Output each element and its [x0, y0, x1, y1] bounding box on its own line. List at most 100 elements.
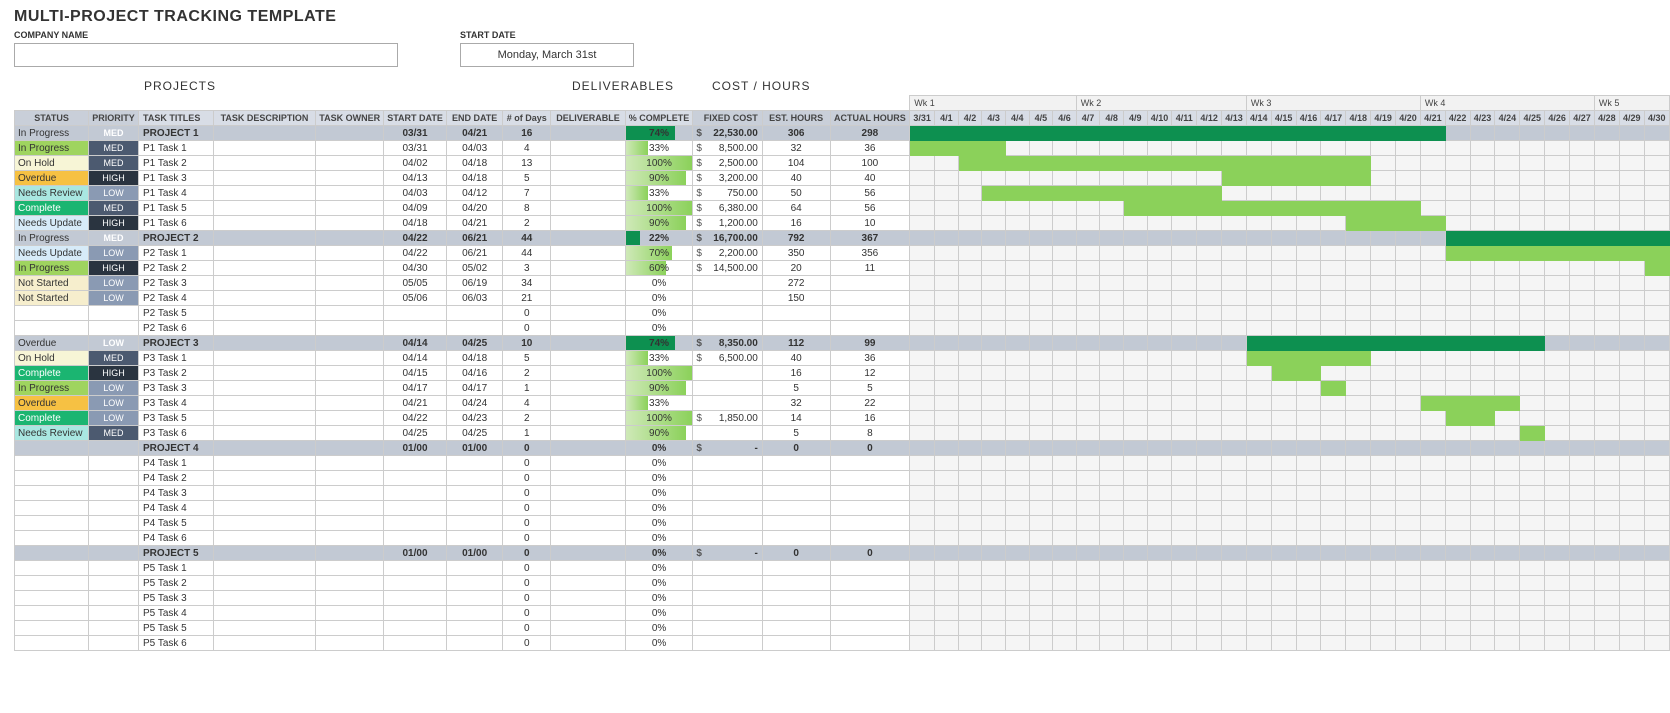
edate-cell[interactable]: [446, 561, 503, 576]
status-cell[interactable]: [15, 531, 89, 546]
deliverable-cell[interactable]: [551, 606, 626, 621]
title-cell[interactable]: P4 Task 3: [138, 486, 213, 501]
sdate-cell[interactable]: 04/22: [384, 231, 447, 246]
deliverable-cell[interactable]: [551, 621, 626, 636]
owner-cell[interactable]: [316, 636, 384, 651]
owner-cell[interactable]: [316, 561, 384, 576]
priority-cell[interactable]: [89, 576, 139, 591]
priority-cell[interactable]: LOW: [89, 411, 139, 426]
company-input[interactable]: [14, 43, 398, 67]
priority-cell[interactable]: HIGH: [89, 261, 139, 276]
owner-cell[interactable]: [316, 261, 384, 276]
acth-cell[interactable]: 12: [830, 366, 910, 381]
sdate-cell[interactable]: 05/05: [384, 276, 447, 291]
owner-cell[interactable]: [316, 426, 384, 441]
deliverable-cell[interactable]: [551, 591, 626, 606]
desc-cell[interactable]: [213, 621, 315, 636]
deliverable-cell[interactable]: [551, 141, 626, 156]
deliverable-cell[interactable]: [551, 306, 626, 321]
acth-cell[interactable]: 298: [830, 126, 910, 141]
fixed-cell[interactable]: 14,500.00: [693, 261, 762, 276]
priority-cell[interactable]: LOW: [89, 396, 139, 411]
esth-cell[interactable]: 32: [762, 141, 830, 156]
priority-cell[interactable]: LOW: [89, 381, 139, 396]
owner-cell[interactable]: [316, 396, 384, 411]
status-cell[interactable]: Needs Review: [15, 426, 89, 441]
status-cell[interactable]: [15, 516, 89, 531]
edate-cell[interactable]: [446, 501, 503, 516]
owner-cell[interactable]: [316, 366, 384, 381]
sdate-cell[interactable]: 01/00: [384, 546, 447, 561]
sdate-cell[interactable]: 04/14: [384, 336, 447, 351]
title-cell[interactable]: PROJECT 3: [138, 336, 213, 351]
priority-cell[interactable]: HIGH: [89, 171, 139, 186]
acth-cell[interactable]: [830, 606, 910, 621]
edate-cell[interactable]: [446, 606, 503, 621]
edate-cell[interactable]: [446, 321, 503, 336]
acth-cell[interactable]: 0: [830, 441, 910, 456]
deliverable-cell[interactable]: [551, 156, 626, 171]
priority-cell[interactable]: MED: [89, 201, 139, 216]
edate-cell[interactable]: [446, 471, 503, 486]
deliverable-cell[interactable]: [551, 216, 626, 231]
esth-cell[interactable]: [762, 531, 830, 546]
title-cell[interactable]: P5 Task 3: [138, 591, 213, 606]
priority-cell[interactable]: [89, 471, 139, 486]
edate-cell[interactable]: [446, 621, 503, 636]
owner-cell[interactable]: [316, 276, 384, 291]
owner-cell[interactable]: [316, 231, 384, 246]
owner-cell[interactable]: [316, 381, 384, 396]
status-cell[interactable]: [15, 306, 89, 321]
priority-cell[interactable]: [89, 606, 139, 621]
deliverable-cell[interactable]: [551, 441, 626, 456]
title-cell[interactable]: P1 Task 1: [138, 141, 213, 156]
acth-cell[interactable]: 16: [830, 411, 910, 426]
acth-cell[interactable]: 40: [830, 171, 910, 186]
fixed-cell[interactable]: [693, 396, 762, 411]
acth-cell[interactable]: [830, 471, 910, 486]
desc-cell[interactable]: [213, 531, 315, 546]
status-cell[interactable]: [15, 546, 89, 561]
esth-cell[interactable]: 16: [762, 216, 830, 231]
owner-cell[interactable]: [316, 291, 384, 306]
status-cell[interactable]: [15, 321, 89, 336]
owner-cell[interactable]: [316, 546, 384, 561]
fixed-cell[interactable]: [693, 276, 762, 291]
deliverable-cell[interactable]: [551, 291, 626, 306]
esth-cell[interactable]: [762, 636, 830, 651]
status-cell[interactable]: In Progress: [15, 381, 89, 396]
owner-cell[interactable]: [316, 186, 384, 201]
acth-cell[interactable]: [830, 306, 910, 321]
priority-cell[interactable]: [89, 501, 139, 516]
desc-cell[interactable]: [213, 201, 315, 216]
esth-cell[interactable]: 20: [762, 261, 830, 276]
esth-cell[interactable]: 0: [762, 441, 830, 456]
fixed-cell[interactable]: [693, 591, 762, 606]
title-cell[interactable]: P5 Task 5: [138, 621, 213, 636]
deliverable-cell[interactable]: [551, 246, 626, 261]
owner-cell[interactable]: [316, 336, 384, 351]
owner-cell[interactable]: [316, 126, 384, 141]
sdate-cell[interactable]: 04/15: [384, 366, 447, 381]
owner-cell[interactable]: [316, 516, 384, 531]
deliverable-cell[interactable]: [551, 231, 626, 246]
fixed-cell[interactable]: [693, 321, 762, 336]
title-cell[interactable]: P4 Task 1: [138, 456, 213, 471]
status-cell[interactable]: In Progress: [15, 231, 89, 246]
title-cell[interactable]: P2 Task 3: [138, 276, 213, 291]
title-cell[interactable]: P3 Task 6: [138, 426, 213, 441]
edate-cell[interactable]: 04/18: [446, 156, 503, 171]
esth-cell[interactable]: [762, 471, 830, 486]
sdate-cell[interactable]: [384, 486, 447, 501]
priority-cell[interactable]: [89, 531, 139, 546]
esth-cell[interactable]: 792: [762, 231, 830, 246]
priority-cell[interactable]: LOW: [89, 246, 139, 261]
esth-cell[interactable]: [762, 456, 830, 471]
status-cell[interactable]: Overdue: [15, 396, 89, 411]
desc-cell[interactable]: [213, 411, 315, 426]
edate-cell[interactable]: 01/00: [446, 546, 503, 561]
sdate-cell[interactable]: [384, 321, 447, 336]
status-cell[interactable]: [15, 576, 89, 591]
edate-cell[interactable]: [446, 486, 503, 501]
title-cell[interactable]: P1 Task 4: [138, 186, 213, 201]
